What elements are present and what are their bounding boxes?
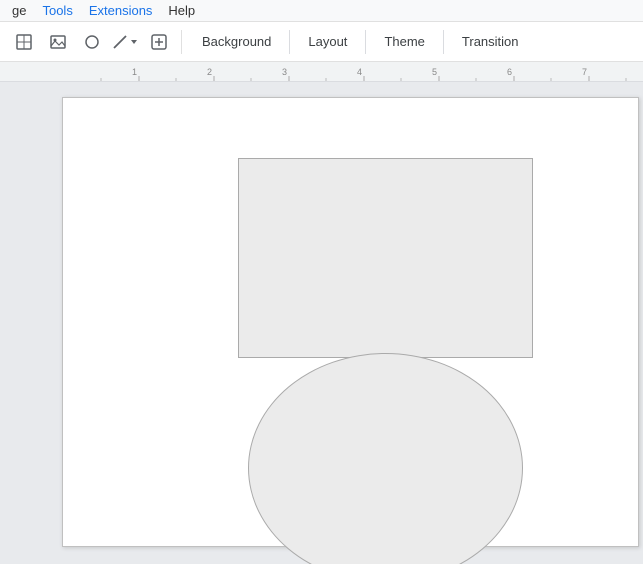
- svg-text:3: 3: [282, 67, 287, 77]
- theme-button[interactable]: Theme: [370, 28, 438, 55]
- image-tool-button[interactable]: [42, 26, 74, 58]
- toolbar-sep-1: [289, 30, 290, 54]
- line-tool-button[interactable]: [110, 26, 141, 58]
- menu-tools[interactable]: Tools: [34, 1, 80, 20]
- toolbar-divider: [181, 30, 182, 54]
- select-tool-button[interactable]: [8, 26, 40, 58]
- toolbar: Background Layout Theme Transition: [0, 22, 643, 62]
- layout-button[interactable]: Layout: [294, 28, 361, 55]
- background-button[interactable]: Background: [188, 28, 285, 55]
- slide-canvas[interactable]: [62, 82, 643, 564]
- slide-page: [62, 97, 639, 547]
- menu-ge[interactable]: ge: [4, 1, 34, 20]
- left-margin: [0, 82, 62, 564]
- menu-help[interactable]: Help: [160, 1, 203, 20]
- menu-extensions[interactable]: Extensions: [81, 1, 161, 20]
- menu-bar: ge Tools Extensions Help: [0, 0, 643, 22]
- main-area: [0, 82, 643, 564]
- transition-button[interactable]: Transition: [448, 28, 533, 55]
- svg-text:1: 1: [132, 67, 137, 77]
- toolbar-sep-2: [365, 30, 366, 54]
- svg-text:4: 4: [357, 67, 362, 77]
- ruler: 1 2 3 4 5 6 7: [0, 62, 643, 82]
- shapes-tool-button[interactable]: [76, 26, 108, 58]
- add-button[interactable]: [143, 26, 175, 58]
- svg-text:5: 5: [432, 67, 437, 77]
- svg-text:2: 2: [207, 67, 212, 77]
- toolbar-sep-3: [443, 30, 444, 54]
- ruler-svg: 1 2 3 4 5 6 7: [0, 62, 643, 82]
- svg-text:6: 6: [507, 67, 512, 77]
- rectangle-shape[interactable]: [238, 158, 533, 358]
- circle-shape[interactable]: [248, 353, 523, 564]
- svg-text:7: 7: [582, 67, 587, 77]
